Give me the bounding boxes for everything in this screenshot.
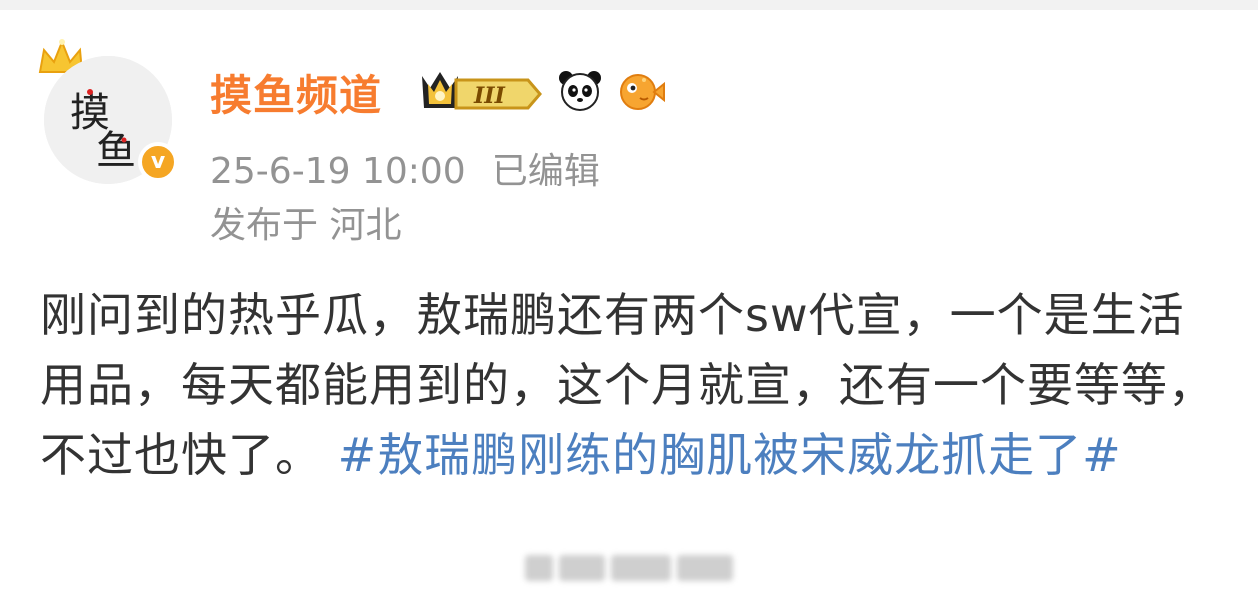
watermark bbox=[525, 555, 735, 581]
svg-text:鱼: 鱼 bbox=[96, 128, 136, 174]
svg-text:III: III bbox=[473, 83, 506, 109]
verified-icon: v bbox=[138, 142, 178, 182]
author-avatar[interactable]: 摸 鱼 v bbox=[34, 36, 184, 196]
post-timestamp: 25-6-19 10:00 bbox=[210, 151, 466, 192]
post-location: 发布于 河北 bbox=[210, 205, 402, 246]
post-meta-time: 25-6-19 10:00 已编辑 bbox=[210, 142, 600, 194]
panda-icon[interactable] bbox=[556, 66, 604, 114]
author-name[interactable]: 摸鱼频道 bbox=[210, 62, 382, 123]
top-divider bbox=[0, 0, 1258, 10]
level-badge-icon[interactable]: III bbox=[418, 66, 546, 114]
pufferfish-icon[interactable] bbox=[614, 66, 666, 114]
edited-label[interactable]: 已编辑 bbox=[492, 151, 600, 192]
hashtag-link[interactable]: #敖瑞鹏刚练的胸肌被宋威龙抓走了# bbox=[338, 428, 1122, 482]
post-body: 刚问到的热乎瓜，敖瑞鹏还有两个sw代宣，一个是生活用品，每天都能用到的，这个月就… bbox=[40, 280, 1220, 490]
